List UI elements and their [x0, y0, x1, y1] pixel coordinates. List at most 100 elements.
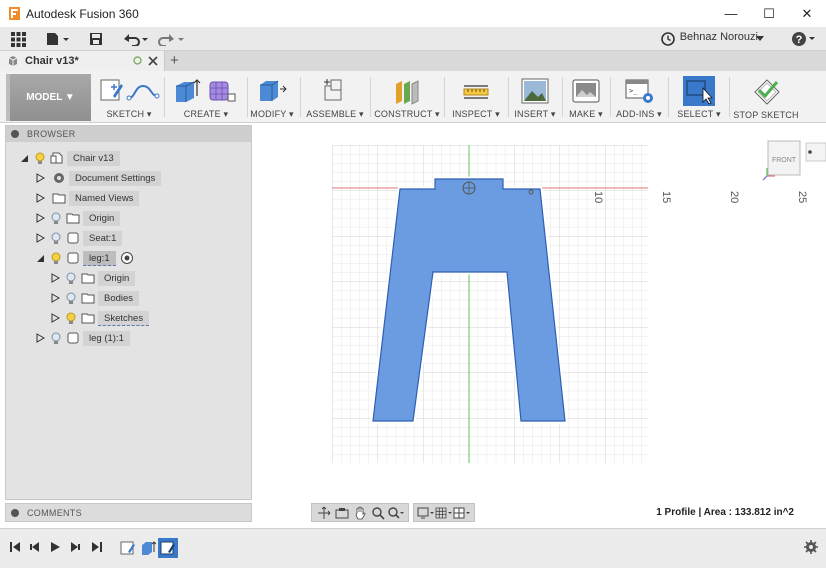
viewports-icon[interactable] — [453, 505, 471, 520]
visibility-bulb-icon[interactable] — [50, 252, 62, 265]
new-tab-icon[interactable]: + — [170, 52, 179, 69]
close-tab-icon[interactable] — [148, 56, 158, 66]
browser-item-label: Chair v13 — [67, 150, 120, 166]
maximize-button[interactable]: ☐ — [750, 0, 788, 27]
modify-group[interactable]: MODIFY ▾ — [250, 74, 294, 122]
create-group[interactable]: CREATE ▾ — [170, 74, 242, 122]
add-ins-group[interactable]: >_ ADD-INS ▾ — [614, 74, 664, 122]
create-menu-label: CREATE ▾ — [183, 109, 229, 119]
document-tab-bar: Chair v13* + — [0, 51, 826, 71]
visibility-bulb-icon[interactable] — [50, 332, 62, 345]
browser-item-bodies[interactable]: Bodies — [49, 290, 140, 306]
component-icon — [67, 252, 79, 264]
browser-item-leg-active[interactable]: leg:1 — [34, 250, 134, 266]
app-grid-icon[interactable] — [10, 29, 26, 49]
redo-icon[interactable] — [156, 29, 186, 49]
visibility-bulb-icon[interactable] — [65, 312, 77, 325]
make-group[interactable]: MAKE ▾ — [565, 74, 607, 122]
inspect-menu-label: INSPECT ▾ — [452, 109, 500, 119]
browser-item-label: Sketches — [98, 310, 150, 326]
collapsed-triangle-icon[interactable] — [34, 212, 46, 224]
collapsed-triangle-icon[interactable] — [34, 192, 46, 204]
user-dropdown-icon[interactable] — [754, 29, 766, 49]
browser-item-origin[interactable]: Origin — [34, 210, 121, 226]
browser-item-label: Named Views — [69, 190, 140, 206]
expanded-triangle-icon[interactable] — [34, 252, 46, 264]
step-forward-icon[interactable] — [67, 539, 83, 555]
sketch-group[interactable]: SKETCH ▾ — [97, 74, 161, 122]
collapsed-triangle-icon[interactable] — [49, 312, 61, 324]
fusion-app-icon — [9, 7, 20, 20]
stop-sketch-button[interactable]: STOP SKETCH — [733, 74, 799, 122]
fit-zoom-icon[interactable] — [387, 505, 405, 520]
close-window-button[interactable]: ✕ — [788, 0, 826, 27]
help-icon[interactable]: ? — [790, 29, 818, 49]
browser-header[interactable]: BROWSER — [6, 126, 251, 142]
window-title: Autodesk Fusion 360 — [26, 6, 139, 21]
expanded-triangle-icon[interactable] — [18, 152, 30, 164]
browser-item-leg-origin[interactable]: Origin — [49, 270, 136, 286]
browser-item-label: Origin — [98, 270, 136, 286]
zoom-icon[interactable] — [369, 505, 387, 520]
axis-label-10: 10 — [592, 191, 604, 203]
browser-panel: BROWSER Chair v13 Document Settings Name… — [5, 125, 252, 500]
minimize-button[interactable]: — — [712, 0, 750, 27]
activate-radio-icon[interactable] — [120, 251, 134, 265]
insert-group[interactable]: INSERT ▾ — [512, 74, 558, 122]
save-icon[interactable] — [88, 29, 104, 49]
collapsed-triangle-icon[interactable] — [49, 272, 61, 284]
play-icon[interactable] — [47, 539, 63, 555]
construct-group[interactable]: CONSTRUCT ▾ — [374, 74, 440, 122]
timeline-active-sketch-icon[interactable] — [158, 538, 178, 558]
axis-label-20: 20 — [728, 191, 740, 203]
collapsed-triangle-icon[interactable] — [49, 292, 61, 304]
navigation-bar — [311, 503, 479, 522]
browser-item-named-views[interactable]: Named Views — [34, 190, 140, 206]
visibility-bulb-icon[interactable] — [65, 292, 77, 305]
folder-icon — [81, 293, 95, 304]
construct-menu-label: CONSTRUCT ▾ — [374, 109, 440, 119]
display-settings-icon[interactable] — [417, 505, 435, 520]
insert-menu-label: INSERT ▾ — [514, 109, 556, 119]
pan-hand-icon[interactable] — [351, 505, 369, 520]
collapsed-triangle-icon[interactable] — [34, 332, 46, 344]
browser-item-document-settings[interactable]: Document Settings — [34, 170, 162, 186]
step-back-icon[interactable] — [27, 539, 43, 555]
timeline-extrude-feature-icon[interactable] — [139, 539, 157, 557]
go-to-start-icon[interactable] — [7, 539, 23, 555]
look-at-icon[interactable] — [333, 505, 351, 520]
timeline-sketch-feature-icon[interactable] — [119, 539, 137, 557]
assemble-group[interactable]: ASSEMBLE ▾ — [305, 74, 365, 122]
orbit-icon[interactable] — [315, 505, 333, 520]
view-cube[interactable]: FRONT — [762, 140, 826, 181]
tab-chair-v13[interactable]: Chair v13* — [0, 51, 165, 71]
viewport-canvas[interactable]: 10 15 20 25 FRONT — [253, 123, 826, 528]
user-name[interactable]: Behnaz Norouzi — [680, 31, 758, 43]
expand-comments-icon[interactable] — [11, 508, 19, 517]
select-group[interactable]: SELECT ▾ — [673, 74, 725, 122]
comments-panel[interactable]: COMMENTS — [5, 503, 252, 522]
browser-item-root[interactable]: Chair v13 — [18, 150, 120, 166]
collapsed-triangle-icon[interactable] — [34, 172, 46, 184]
visibility-bulb-icon[interactable] — [50, 212, 62, 225]
go-to-end-icon[interactable] — [89, 539, 105, 555]
collapse-panel-icon[interactable] — [11, 130, 19, 138]
inspect-group[interactable]: INSPECT ▾ — [448, 74, 504, 122]
browser-item-seat[interactable]: Seat:1 — [34, 230, 123, 246]
history-clock-icon[interactable] — [660, 29, 676, 49]
modify-menu-label: MODIFY ▾ — [250, 109, 294, 119]
grid-settings-icon[interactable] — [435, 505, 453, 520]
undo-icon[interactable] — [120, 29, 150, 49]
file-menu-icon[interactable] — [44, 29, 72, 49]
sketch-viewport[interactable]: 10 15 20 25 FRONT — [253, 123, 826, 528]
browser-item-sketches[interactable]: Sketches — [49, 310, 150, 326]
profile-area-status: 1 Profile | Area : 133.812 in^2 — [656, 507, 794, 518]
timeline-settings-gear-icon[interactable] — [803, 539, 819, 555]
browser-item-leg-copy[interactable]: leg (1):1 — [34, 330, 130, 346]
collapsed-triangle-icon[interactable] — [34, 232, 46, 244]
visibility-bulb-icon[interactable] — [65, 272, 77, 285]
visibility-bulb-icon[interactable] — [34, 152, 46, 165]
browser-item-label: leg (1):1 — [83, 330, 130, 346]
workspace-switcher[interactable]: MODEL ▼ — [6, 74, 91, 121]
visibility-bulb-icon[interactable] — [50, 232, 62, 245]
